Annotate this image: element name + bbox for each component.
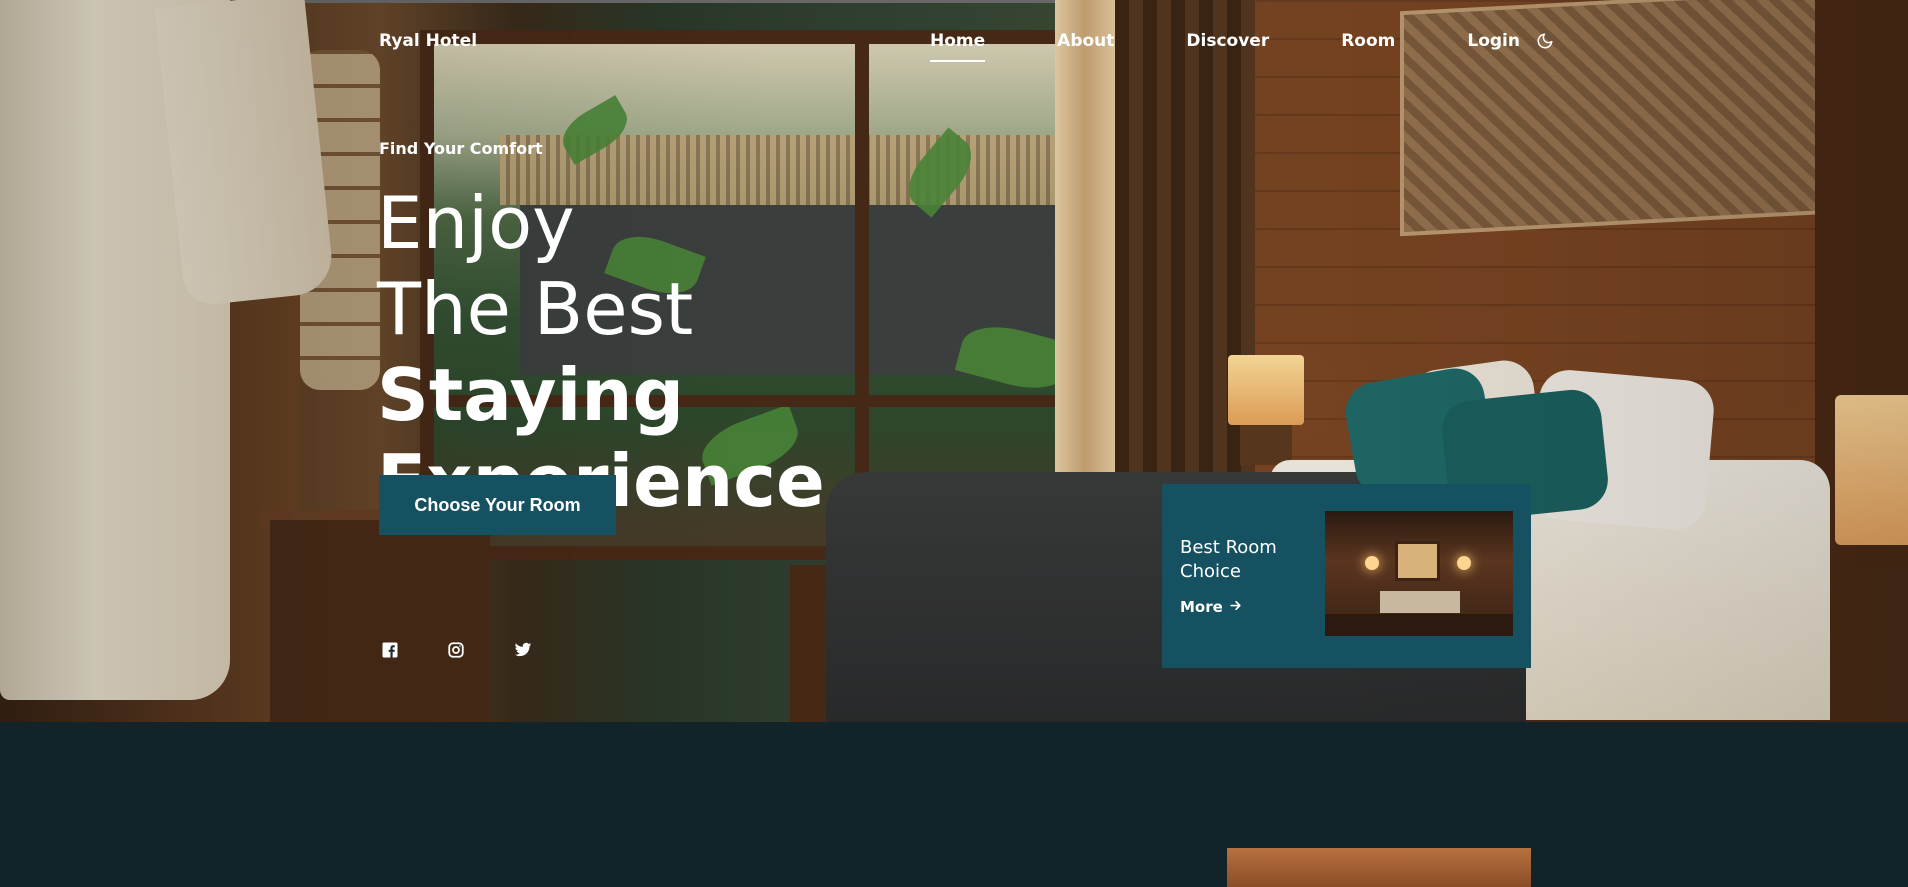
hero-eyebrow: Find Your Comfort	[379, 139, 543, 158]
moon-icon[interactable]	[1536, 32, 1554, 50]
thumbnail-floor	[1325, 614, 1513, 636]
twitter-icon[interactable]	[513, 641, 532, 659]
room-thumbnail[interactable]	[1325, 511, 1513, 636]
section-image-top	[1227, 848, 1531, 887]
brand-logo[interactable]: Ryal Hotel	[379, 31, 477, 51]
instagram-icon[interactable]	[447, 641, 465, 659]
best-room-card[interactable]: Best Room Choice More	[1162, 484, 1531, 668]
arrow-right-icon	[1229, 598, 1242, 616]
hero-headline: Enjoy The Best Staying Experience	[377, 180, 1017, 524]
nav-home[interactable]: Home	[930, 31, 986, 62]
room-card-title: Best Room Choice	[1180, 537, 1277, 582]
more-label: More	[1180, 598, 1223, 616]
thumbnail-lamp	[1457, 556, 1471, 570]
room-card-more-link[interactable]: More	[1180, 598, 1242, 616]
main-nav: Home About Discover Room Login	[930, 31, 1554, 62]
nav-room[interactable]: Room	[1341, 31, 1395, 51]
headline-line2-bold: Staying	[377, 353, 685, 437]
thumbnail-window	[1395, 541, 1440, 581]
choose-room-button[interactable]: Choose Your Room	[379, 475, 616, 535]
headline-line2-light: The Best	[377, 267, 694, 351]
nav-discover[interactable]: Discover	[1186, 31, 1269, 51]
social-links	[381, 641, 532, 659]
below-hero-section	[0, 722, 1908, 887]
nav-about[interactable]: About	[1057, 31, 1114, 51]
nav-login[interactable]: Login	[1467, 31, 1520, 51]
headline-line1: Enjoy	[377, 181, 575, 265]
thumbnail-bed	[1380, 591, 1460, 613]
thumbnail-lamp	[1365, 556, 1379, 570]
hero-section: Ryal Hotel Home About Discover Room Logi…	[0, 0, 1908, 722]
facebook-icon[interactable]	[381, 641, 399, 659]
